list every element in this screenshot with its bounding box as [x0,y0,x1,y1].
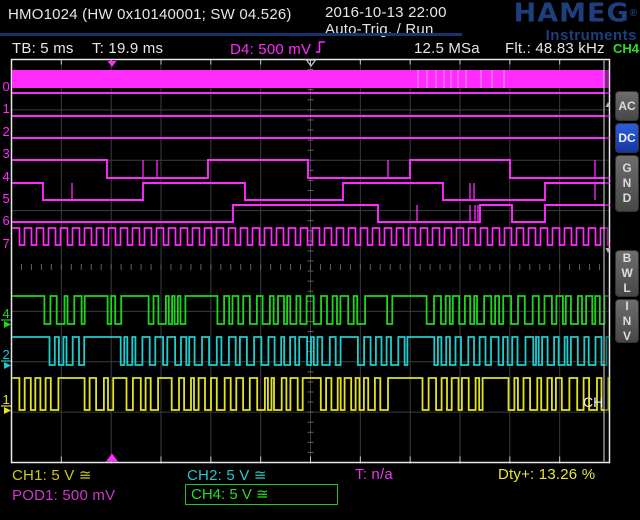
filter-readout: Flt.: 48.83 kHz [505,40,605,57]
ch1-scale-readout: CH1: 5 V ≅ [12,466,92,484]
trigger-time-readout: T: n/a [355,466,393,483]
datetime: 2016-10-13 22:00 [325,4,447,21]
channel-ground-arrow-icon [4,362,11,369]
bwl-label: BWL [622,251,633,296]
digital-channel-label-d3: 3 [3,146,10,161]
coupling-ac-button[interactable]: AC [615,91,639,121]
coupling-gnd-button[interactable]: GND [615,155,639,212]
trigger-position-marker-bottom-icon[interactable] [106,454,118,462]
pod1-scale-readout: POD1: 500 mV [12,487,115,504]
ch2-scale-readout: CH2: 5 V ≅ [187,466,267,484]
registered-mark: ® [630,8,637,19]
gnd-label: GND [622,161,633,206]
header-divider [0,33,462,36]
digital-channel-label-d7: 7 [3,236,10,251]
menu-title: CH4 [613,42,639,56]
rising-edge-icon [315,40,326,58]
plot-overlay-label: CH [583,394,603,410]
analog-channel-label-ch4: 4 [3,306,10,321]
oscilloscope-screen: { "header": { "title": "HMO1024 (HW 0x10… [0,0,640,520]
inv-label: INV [622,299,633,344]
device-title: HMO1024 (HW 0x10140001; SW 04.526) [8,6,292,23]
trigger-position-marker-icon[interactable] [108,61,117,67]
channel-ground-arrow-icon [4,407,11,414]
brand-text: HAMEG [514,1,630,27]
coupling-dc-button[interactable]: DC [615,123,639,153]
channel-menu: CH4 AC DC GND BWL INV [613,38,640,478]
duty-cycle-readout: Dty+: 13.26 % [498,466,595,483]
invert-button[interactable]: INV [615,299,639,343]
analog-channel-label-ch2: 2 [3,347,10,362]
time-offset-readout: T: 19.9 ms [92,40,163,57]
analog-wave-ch2 [13,337,610,365]
digital-wave-d0 [12,70,609,88]
trigger-source-readout: D4: 500 mV [230,40,326,58]
sample-rate-readout: 12.5 MSa [414,40,480,57]
timebase-readout: TB: 5 ms [12,40,74,57]
ac-label: AC [618,99,635,113]
digital-channel-label-d2: 2 [3,124,10,139]
dc-label: DC [618,131,635,145]
scrollbar-track[interactable] [605,61,609,462]
analog-channel-label-ch1: 1 [3,392,10,407]
digital-channel-label-d1: 1 [3,101,10,116]
digital-channel-label-d5: 5 [3,191,10,206]
digital-channel-label-d0: 0 [3,79,10,94]
ch4-scale-readout-selected[interactable]: CH4: 5 V ≅ [185,484,338,505]
waveform-display: 0 1 2 3 4 5 6 7 4 2 1 CH [0,0,640,520]
bandwidth-limit-button[interactable]: BWL [615,250,639,297]
channel-ground-arrow-icon [4,321,11,328]
trigger-source-text: D4: 500 mV [230,41,311,58]
digital-channel-label-d6: 6 [3,213,10,228]
digital-channel-label-d4: 4 [3,169,10,184]
